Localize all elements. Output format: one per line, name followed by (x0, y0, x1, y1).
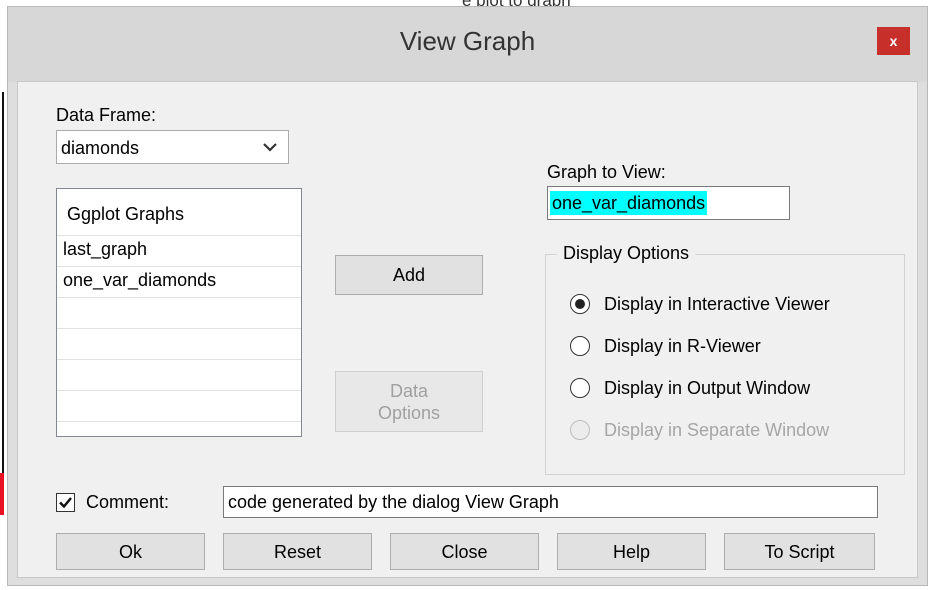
graph-to-view-value: one_var_diamonds (550, 191, 708, 215)
comment-checkbox[interactable] (56, 493, 75, 512)
graph-to-view-input[interactable]: one_var_diamonds (547, 186, 790, 220)
radio-r-viewer-label: Display in R-Viewer (604, 336, 761, 356)
view-graph-dialog: View Graph x Data Frame: diamonds Ggplot… (7, 6, 928, 586)
close-button[interactable]: Close (390, 533, 539, 570)
list-header: Ggplot Graphs (57, 189, 301, 236)
radio-r-viewer[interactable] (570, 336, 590, 356)
help-button[interactable]: Help (557, 533, 706, 570)
graph-to-view-label: Graph to View: (547, 162, 666, 182)
background-red-marker (0, 473, 4, 515)
list-item[interactable] (57, 391, 301, 422)
data-frame-value: diamonds (61, 138, 140, 158)
dialog-body: Data Frame: diamonds Ggplot Graphs last_… (17, 81, 918, 578)
list-item[interactable] (57, 329, 301, 360)
ggplot-graphs-list[interactable]: Ggplot Graphs last_graph one_var_diamond… (56, 188, 302, 437)
data-options-button[interactable]: Data Options (335, 371, 483, 432)
comment-value: code generated by the dialog View Graph (228, 492, 559, 512)
list-item[interactable] (57, 360, 301, 391)
radio-separate-window-label: Display in Separate Window (604, 420, 830, 440)
comment-label: Comment: (86, 492, 170, 512)
ok-button[interactable]: Ok (56, 533, 205, 570)
radio-output-window[interactable] (570, 378, 590, 398)
display-options-title: Display Options (557, 242, 696, 264)
background-left-edge (2, 92, 4, 502)
radio-separate-window (570, 420, 590, 440)
chevron-down-icon (263, 143, 277, 152)
dialog-title: View Graph (399, 26, 536, 56)
radio-output-window-label: Display in Output Window (604, 378, 811, 398)
display-options-group (545, 254, 905, 475)
comment-input[interactable]: code generated by the dialog View Graph (223, 486, 878, 518)
radio-interactive-viewer[interactable] (570, 294, 590, 314)
title-bar[interactable]: View Graph x (8, 7, 927, 82)
data-frame-label: Data Frame: (56, 105, 157, 125)
list-item[interactable] (57, 298, 301, 329)
list-item-label: last_graph (63, 239, 148, 259)
close-icon[interactable]: x (877, 27, 910, 55)
data-options-label-line1: Data (389, 380, 429, 401)
data-options-label-line2: Options (377, 402, 441, 423)
list-item[interactable]: last_graph (57, 236, 301, 267)
to-script-button[interactable]: To Script (724, 533, 875, 570)
radio-interactive-viewer-label: Display in Interactive Viewer (604, 294, 830, 314)
checkmark-icon (59, 497, 72, 509)
data-frame-select[interactable]: diamonds (56, 130, 289, 164)
reset-button[interactable]: Reset (223, 533, 372, 570)
list-item[interactable]: one_var_diamonds (57, 267, 301, 298)
list-item-label: one_var_diamonds (63, 270, 217, 290)
list-header-label: Ggplot Graphs (67, 204, 185, 224)
add-button[interactable]: Add (335, 255, 483, 295)
